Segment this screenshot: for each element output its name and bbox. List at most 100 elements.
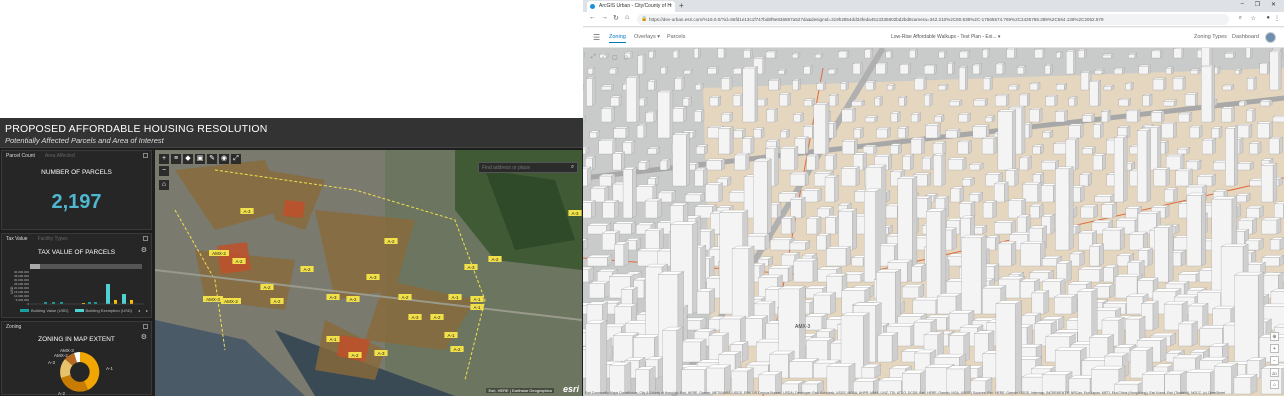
window-close-icon[interactable]: ✕ bbox=[1271, 1, 1276, 8]
bar[interactable] bbox=[106, 284, 110, 304]
search-icon[interactable]: ⌕ bbox=[568, 163, 577, 172]
building bbox=[1249, 141, 1262, 155]
building bbox=[1186, 159, 1202, 171]
bar[interactable] bbox=[122, 294, 126, 304]
nav-dashboard[interactable]: Dashboard bbox=[1232, 34, 1259, 40]
profile-icon[interactable]: ● bbox=[1266, 15, 1270, 21]
building bbox=[1222, 84, 1234, 91]
minus-icon[interactable]: − bbox=[1270, 356, 1279, 365]
building bbox=[765, 50, 778, 59]
draw-icon[interactable]: ◇ bbox=[624, 54, 629, 64]
building bbox=[813, 102, 830, 155]
building bbox=[635, 366, 656, 395]
nav-overlays[interactable]: Overlays ▾ bbox=[634, 34, 660, 40]
zoning-donut-chart: AMX-3 AMX-2 A-3 A-1 A-2 bbox=[48, 348, 114, 396]
slice-a-2[interactable] bbox=[61, 375, 88, 392]
y-axis-label: USD bbox=[10, 286, 14, 294]
home-icon[interactable]: ⌂ bbox=[159, 180, 169, 190]
map-view[interactable]: A-3 AMX-2 A-2 A-2 AMX-3 AMX-2 A-2 A-2 A-1 A-3 A-2 A… bbox=[155, 150, 582, 396]
chevron-right-icon[interactable]: ▸ bbox=[146, 308, 148, 313]
expand-icon[interactable] bbox=[143, 324, 148, 329]
measure-icon[interactable]: ◆ bbox=[183, 154, 193, 164]
tab-parcel-count[interactable]: Parcel Count bbox=[6, 153, 35, 159]
minimize-icon[interactable]: – bbox=[1241, 1, 1244, 7]
building bbox=[1153, 167, 1170, 187]
building bbox=[1032, 144, 1044, 155]
map-search-input[interactable] bbox=[478, 162, 578, 173]
chart-scroll-thumb[interactable] bbox=[30, 264, 40, 269]
nav-zoning-types[interactable]: Zoning Types bbox=[1194, 34, 1227, 40]
gear-icon[interactable]: ⚙ bbox=[141, 246, 147, 254]
draw-icon[interactable]: ✎ bbox=[207, 154, 217, 164]
select-icon[interactable]: ▣ bbox=[195, 154, 205, 164]
zone-label: A-1 bbox=[473, 297, 481, 302]
expand-icon[interactable]: ⤢ bbox=[591, 54, 596, 64]
measure-icon[interactable]: ⟋ bbox=[602, 54, 606, 64]
browser-tab[interactable]: ArcGIS Urban - City/County of H × bbox=[587, 1, 675, 12]
bar[interactable] bbox=[88, 302, 91, 304]
maximize-icon[interactable]: ❐ bbox=[1255, 1, 1260, 8]
tab-area-affected[interactable]: Area Affected bbox=[45, 153, 75, 159]
building bbox=[806, 337, 834, 363]
bar[interactable] bbox=[130, 300, 133, 304]
building bbox=[1225, 126, 1238, 187]
close-icon[interactable]: × bbox=[669, 1, 672, 12]
bar[interactable] bbox=[44, 302, 47, 304]
building bbox=[938, 50, 947, 59]
browser-window: ArcGIS Urban - City/County of H × + – ❐ … bbox=[583, 0, 1284, 396]
zoom-icon[interactable]: ⌕ bbox=[1239, 15, 1242, 22]
expand-icon[interactable]: ⤢ bbox=[231, 154, 241, 164]
nav-parcels[interactable]: Parcels bbox=[667, 34, 685, 40]
reload-icon[interactable]: ↻ bbox=[613, 14, 619, 22]
new-tab-button[interactable]: + bbox=[679, 1, 684, 10]
forward-icon[interactable]: → bbox=[601, 14, 608, 21]
gear-icon[interactable]: ⚙ bbox=[141, 333, 147, 341]
building bbox=[706, 158, 725, 171]
bar[interactable] bbox=[60, 302, 63, 304]
bar[interactable] bbox=[114, 300, 117, 304]
compass-icon[interactable]: ⊕ bbox=[1270, 332, 1279, 341]
expand-icon[interactable] bbox=[143, 153, 148, 158]
building bbox=[1201, 65, 1215, 123]
plus-icon[interactable]: + bbox=[1270, 344, 1279, 353]
building bbox=[613, 126, 630, 139]
plan-select[interactable]: Low-Rise Affordable Walkups - Test Plan … bbox=[891, 34, 1000, 40]
building bbox=[1080, 204, 1098, 219]
building bbox=[1177, 147, 1191, 155]
building bbox=[1089, 80, 1101, 107]
home-icon[interactable]: ⌂ bbox=[625, 14, 629, 21]
plus-icon[interactable]: + bbox=[159, 154, 169, 164]
zone-label: A-2 bbox=[433, 315, 441, 320]
expand-icon[interactable] bbox=[143, 236, 148, 241]
chevron-left-icon[interactable]: ◂ bbox=[138, 308, 140, 313]
tax-value-panel: Tax Value Facility Types TAX VALUE OF PA… bbox=[1, 233, 152, 318]
scene-view[interactable]: AMX-3 ⤢ ⟋ ▢ ◇ ⊕ + − 2D ⌂ Esri Community … bbox=[583, 48, 1284, 396]
panel-tabs: Tax Value Facility Types bbox=[2, 234, 151, 244]
hamburger-menu-icon[interactable]: ☰ bbox=[593, 33, 600, 42]
building bbox=[1089, 243, 1104, 267]
back-icon[interactable]: ← bbox=[589, 14, 596, 21]
bar[interactable] bbox=[94, 302, 97, 304]
toggle-2d-button[interactable]: 2D bbox=[1270, 368, 1279, 377]
menu-dots-icon[interactable]: ⋮ bbox=[1274, 15, 1280, 22]
bar[interactable] bbox=[52, 302, 55, 304]
minus-icon[interactable]: − bbox=[159, 166, 169, 176]
building bbox=[612, 151, 625, 171]
url-field[interactable]: 🔒 https://dev-urban.esri.com/%19.0.0/?id… bbox=[637, 14, 1229, 25]
select-icon[interactable]: ▢ bbox=[612, 54, 618, 64]
chart-scrollbar[interactable] bbox=[30, 264, 142, 269]
tab-facility-types[interactable]: Facility Types bbox=[38, 236, 68, 242]
building bbox=[824, 175, 839, 203]
layers-icon[interactable]: ≡ bbox=[171, 154, 181, 164]
avatar[interactable] bbox=[1265, 32, 1276, 43]
tab-zoning[interactable]: Zoning bbox=[6, 324, 21, 330]
home-icon[interactable]: ⌂ bbox=[1270, 380, 1279, 389]
nav-zoning[interactable]: Zoning bbox=[609, 34, 626, 43]
star-icon[interactable]: ☆ bbox=[1251, 15, 1256, 22]
building bbox=[1138, 64, 1151, 75]
eye-icon[interactable]: ◉ bbox=[219, 154, 229, 164]
building bbox=[890, 143, 902, 155]
building bbox=[1261, 163, 1277, 203]
building bbox=[1272, 115, 1284, 123]
tab-tax-value[interactable]: Tax Value bbox=[6, 236, 28, 242]
